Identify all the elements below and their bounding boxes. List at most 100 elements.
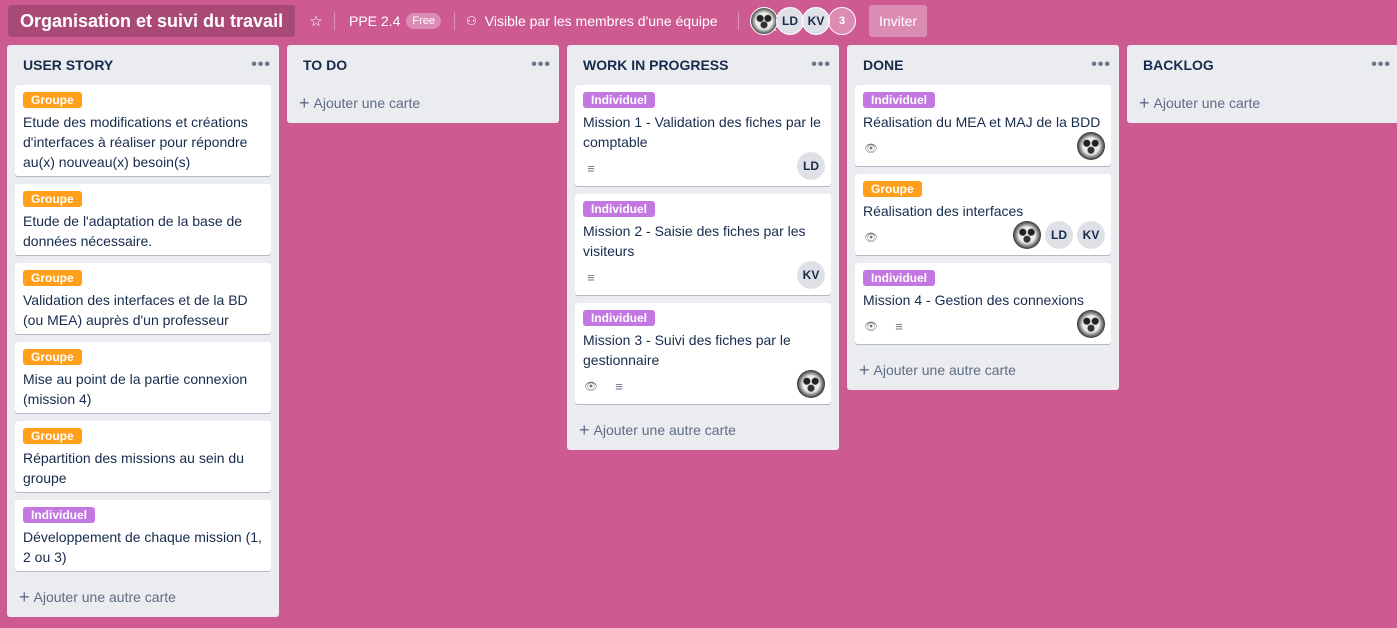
eye-icon: 👁	[584, 380, 598, 393]
eye-icon: 👁	[864, 231, 878, 244]
card-badges: 👁 ≡	[863, 312, 1103, 340]
list-title[interactable]: TO DO	[303, 57, 347, 73]
list-menu-icon[interactable]: •••	[531, 57, 551, 73]
list-menu-icon[interactable]: •••	[1371, 57, 1391, 73]
list-menu-icon[interactable]: •••	[251, 57, 271, 73]
list-title[interactable]: BACKLOG	[1143, 57, 1214, 73]
card-label: Individuel	[863, 270, 936, 286]
card-members: LD	[793, 152, 825, 180]
member-avatar-ld[interactable]: LD	[797, 152, 825, 180]
header-divider	[454, 12, 455, 30]
card[interactable]: Groupe Etude de l'adaptation de la base …	[15, 184, 271, 255]
description-icon: ≡	[895, 318, 903, 334]
add-card-button[interactable]: + Ajouter une carte	[287, 85, 559, 121]
team-button[interactable]: PPE 2.4 Free	[345, 5, 445, 37]
list-title[interactable]: USER STORY	[23, 57, 113, 73]
visibility-text: Visible par les membres d'une équipe	[484, 13, 718, 29]
add-card-label: Ajouter une autre carte	[33, 589, 176, 605]
card-title: Mission 3 - Suivi des fiches par le gest…	[583, 332, 791, 368]
list-header[interactable]: BACKLOG •••	[1127, 45, 1397, 85]
list-header[interactable]: DONE •••	[847, 45, 1119, 85]
add-card-button[interactable]: + Ajouter une autre carte	[567, 412, 839, 448]
card-label: Individuel	[583, 92, 656, 108]
card[interactable]: Groupe Réalisation des interfaces 👁 LD K…	[855, 174, 1111, 255]
member-avatar-kv[interactable]: KV	[1077, 221, 1105, 249]
board-title[interactable]: Organisation et suivi du travail	[8, 5, 296, 37]
add-card-label: Ajouter une carte	[313, 95, 421, 111]
card-badges: 👁 ≡	[583, 372, 823, 400]
member-avatar-owner[interactable]	[1077, 132, 1105, 160]
header-divider	[738, 12, 739, 30]
plus-icon: +	[579, 420, 590, 440]
card-label: Individuel	[583, 310, 656, 326]
list-backlog: BACKLOG ••• + Ajouter une carte	[1127, 45, 1397, 123]
card[interactable]: Individuel Mission 3 - Suivi des fiches …	[575, 303, 831, 404]
list-menu-icon[interactable]: •••	[811, 57, 831, 73]
card[interactable]: Individuel Développement de chaque missi…	[15, 500, 271, 571]
description-icon: ≡	[587, 160, 595, 176]
description-icon: ≡	[587, 269, 595, 285]
add-card-button[interactable]: + Ajouter une autre carte	[7, 579, 279, 615]
member-avatar-owner[interactable]	[1013, 221, 1041, 249]
visibility-button[interactable]: ⚇ Visible par les membres d'une équipe	[462, 5, 722, 37]
card[interactable]: Groupe Etude des modifications et créati…	[15, 85, 271, 176]
star-icon[interactable]: ☆	[303, 5, 329, 37]
card-label: Groupe	[23, 349, 82, 365]
member-avatar-owner[interactable]	[797, 370, 825, 398]
card-label: Individuel	[863, 92, 936, 108]
list-menu-icon[interactable]: •••	[1091, 57, 1111, 73]
card-label: Individuel	[23, 507, 96, 523]
card-members	[1073, 310, 1105, 338]
card-title: Mise au point de la partie connexion (mi…	[23, 371, 248, 407]
add-card-button[interactable]: + Ajouter une carte	[1127, 85, 1397, 121]
list-header[interactable]: TO DO •••	[287, 45, 559, 85]
plus-icon: +	[859, 360, 870, 380]
card-title: Développement de chaque mission (1, 2 ou…	[23, 529, 262, 565]
card[interactable]: Groupe Validation des interfaces et de l…	[15, 263, 271, 334]
add-card-label: Ajouter une autre carte	[593, 422, 736, 438]
card-badges: ≡	[583, 263, 823, 291]
team-name: PPE 2.4	[349, 13, 401, 29]
member-avatar-ld[interactable]: LD	[1045, 221, 1073, 249]
card[interactable]: Individuel Mission 1 - Validation des fi…	[575, 85, 831, 186]
plus-icon: +	[1139, 93, 1150, 113]
list-header[interactable]: USER STORY •••	[7, 45, 279, 85]
list-user-story: USER STORY ••• Groupe Etude des modifica…	[7, 45, 279, 617]
description-icon: ≡	[615, 378, 623, 394]
card-label: Groupe	[23, 191, 82, 207]
header-divider	[334, 12, 335, 30]
card[interactable]: Individuel Mission 4 - Gestion des conne…	[855, 263, 1111, 344]
plus-icon: +	[19, 587, 30, 607]
card-title: Mission 1 - Validation des fiches par le…	[583, 114, 821, 150]
add-card-button[interactable]: + Ajouter une autre carte	[847, 352, 1119, 388]
member-avatar-kv[interactable]: KV	[802, 7, 830, 35]
card-members: LD KV	[1009, 221, 1105, 249]
invite-button[interactable]: Inviter	[869, 5, 928, 37]
card[interactable]: Individuel Réalisation du MEA et MAJ de …	[855, 85, 1111, 166]
add-card-label: Ajouter une autre carte	[873, 362, 1016, 378]
member-avatar-owner[interactable]	[1077, 310, 1105, 338]
member-avatar-kv[interactable]: KV	[797, 261, 825, 289]
card-label: Groupe	[23, 428, 82, 444]
list-title[interactable]: WORK IN PROGRESS	[583, 57, 728, 73]
card-label: Groupe	[23, 92, 82, 108]
member-overflow-count[interactable]: 3	[828, 7, 856, 35]
admin-chevron-icon: ⌃	[771, 28, 778, 37]
list-title[interactable]: DONE	[863, 57, 903, 73]
card-title: Mission 4 - Gestion des connexions	[863, 292, 1084, 308]
card[interactable]: Groupe Mise au point de la partie connex…	[15, 342, 271, 413]
card-members	[1073, 132, 1105, 160]
list-work-in-progress: WORK IN PROGRESS ••• Individuel Mission …	[567, 45, 839, 450]
card-badges: ≡	[583, 154, 823, 182]
card-title: Réalisation du MEA et MAJ de la BDD	[863, 114, 1101, 130]
team-visibility-icon: ⚇	[466, 14, 477, 28]
list-to-do: TO DO ••• + Ajouter une carte	[287, 45, 559, 123]
card-title: Réalisation des interfaces	[863, 203, 1024, 219]
card[interactable]: Individuel Mission 2 - Saisie des fiches…	[575, 194, 831, 295]
member-avatar-owner[interactable]: ⌃	[750, 7, 778, 37]
card-title: Mission 2 - Saisie des fiches par les vi…	[583, 223, 806, 259]
member-avatar-ld[interactable]: LD	[776, 7, 804, 35]
card[interactable]: Groupe Répartition des missions au sein …	[15, 421, 271, 492]
card-members: KV	[793, 261, 825, 289]
list-header[interactable]: WORK IN PROGRESS •••	[567, 45, 839, 85]
